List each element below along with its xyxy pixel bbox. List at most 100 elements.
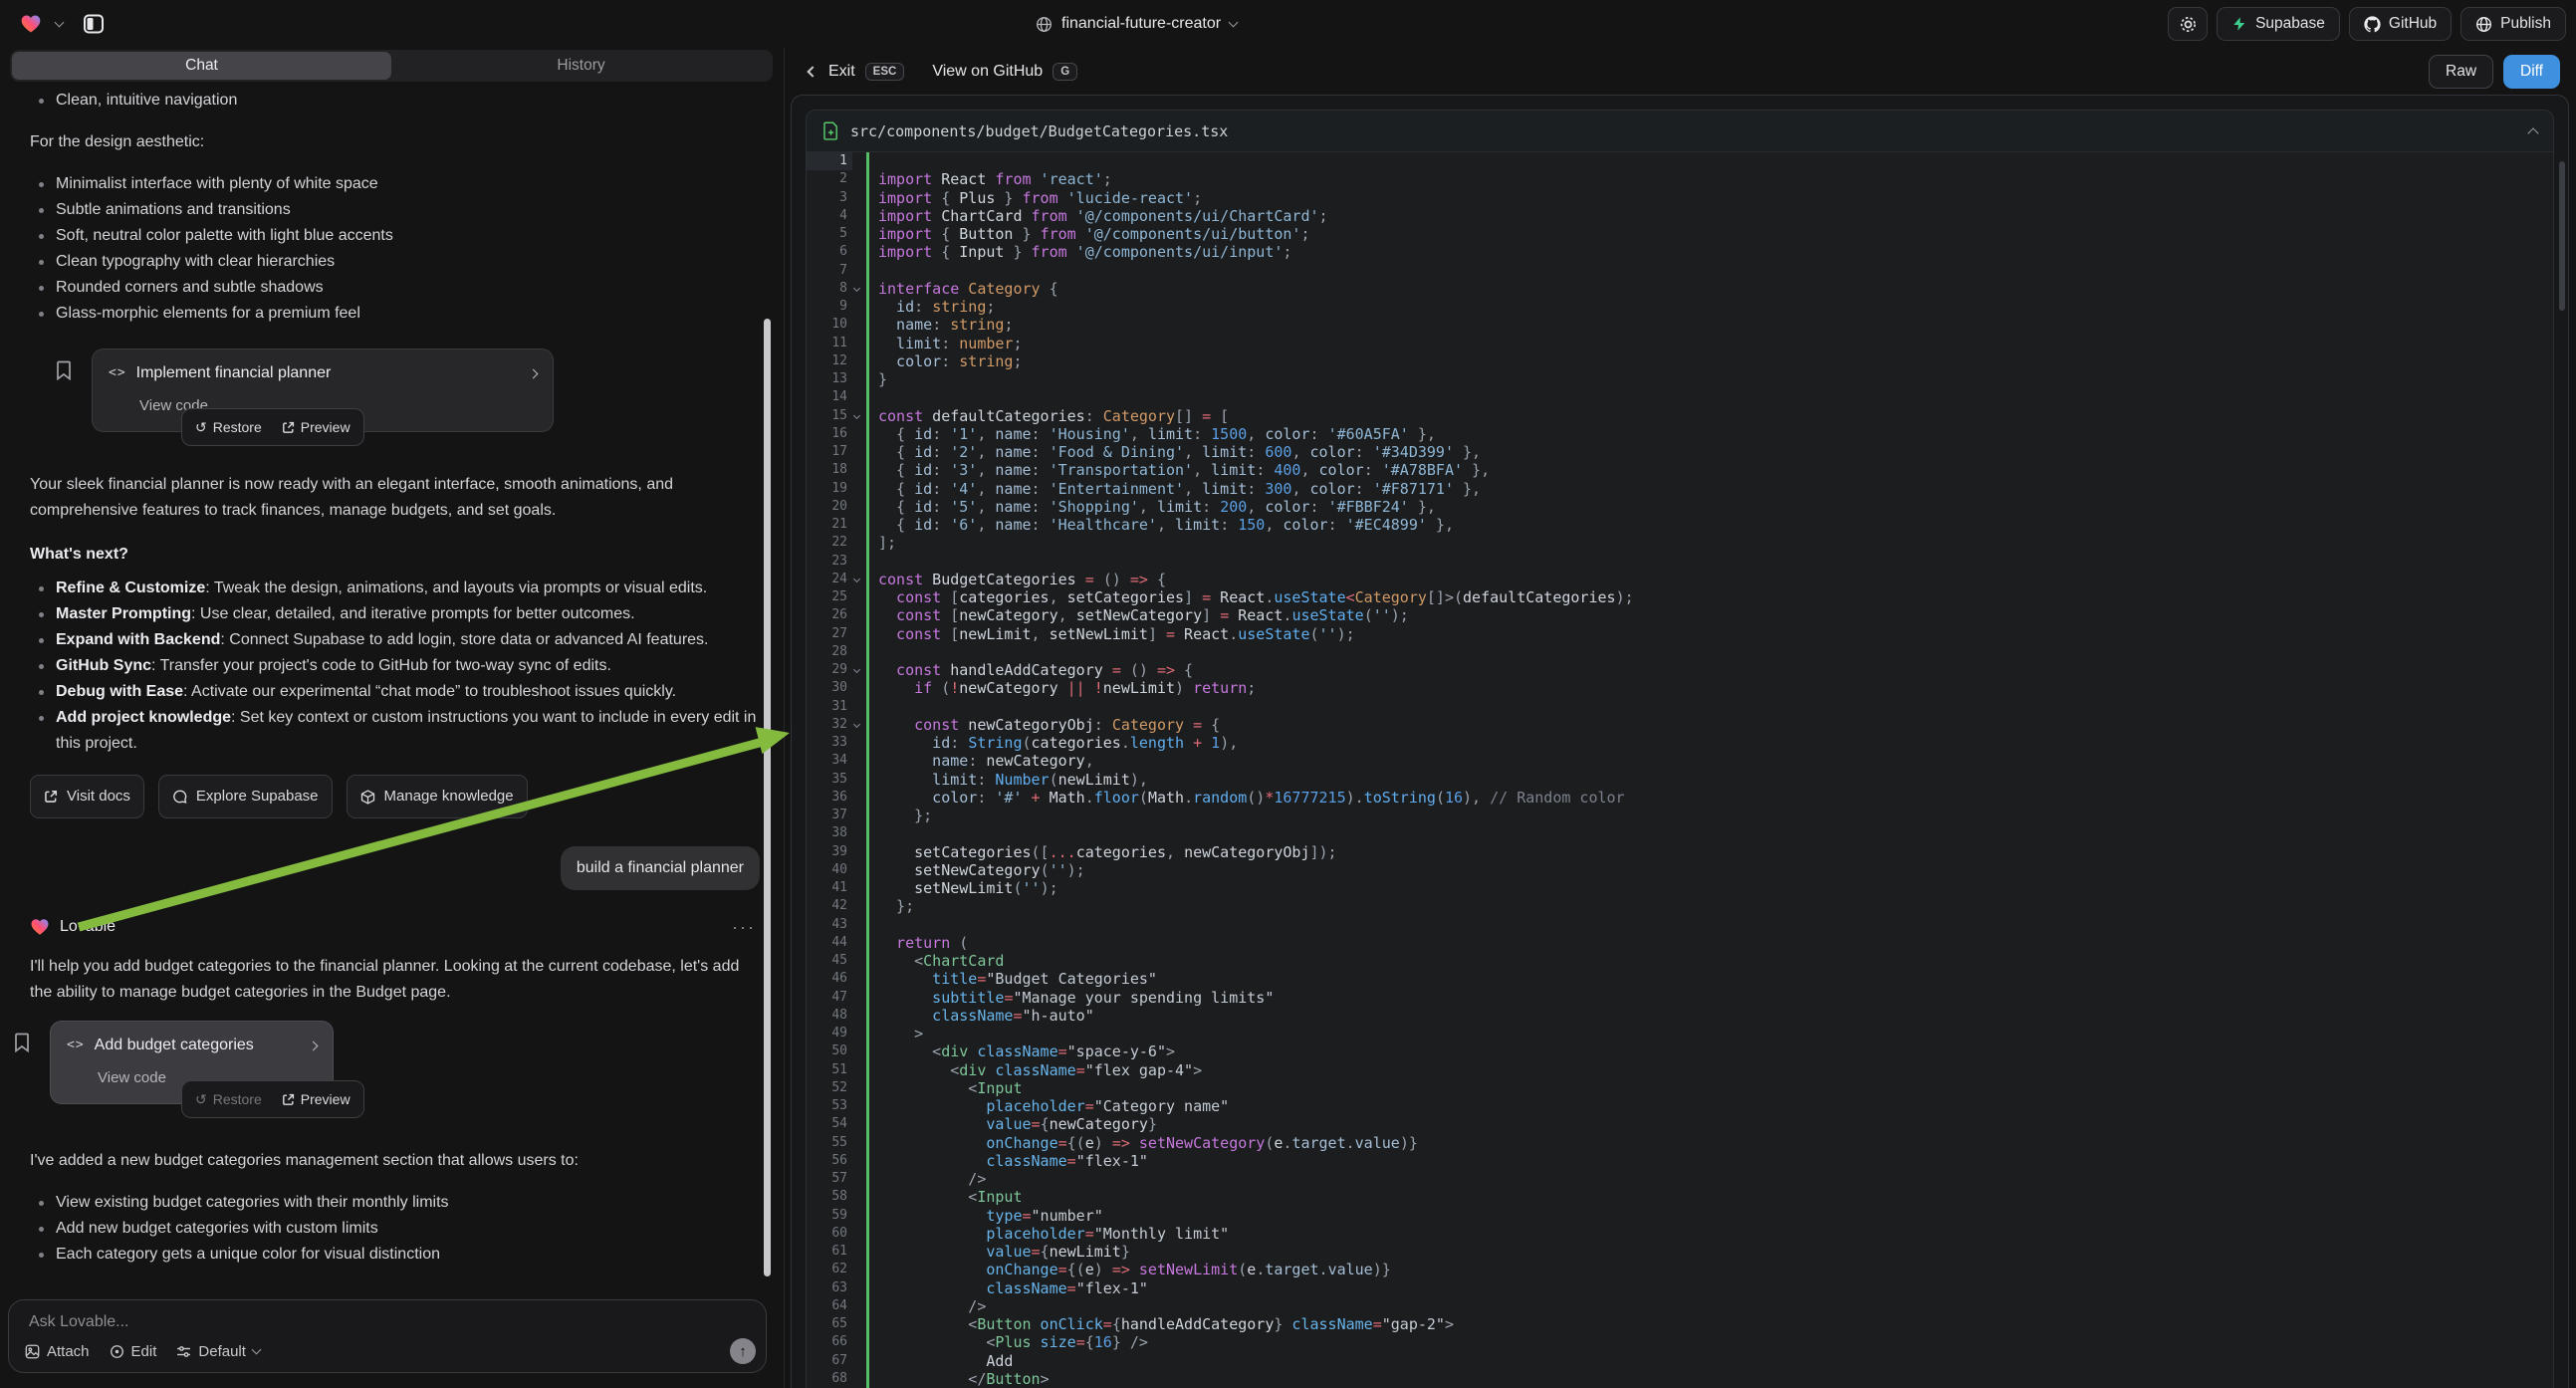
code-text (866, 152, 2553, 170)
collapse-chevron-up-icon[interactable] (2527, 127, 2538, 138)
gear-icon (2179, 15, 2198, 34)
send-button[interactable]: ↑ (730, 1338, 756, 1364)
code-text: interface Category { (866, 280, 2553, 298)
restore-button[interactable]: ↺Restore (195, 1086, 262, 1112)
logo-chevron-down-icon[interactable] (55, 18, 65, 28)
code-line: 8 interface Category { (807, 280, 2553, 298)
fold-chevron-icon[interactable] (853, 285, 860, 292)
whats-next-heading: What's next? (30, 542, 760, 568)
model-selector[interactable]: Default (176, 1343, 260, 1360)
restore-button[interactable]: ↺Restore (195, 414, 262, 440)
line-number: 6 (807, 243, 852, 261)
code-text: { id: '6', name: 'Healthcare', limit: 15… (866, 516, 2553, 534)
code-line: 44 return ( (807, 934, 2553, 952)
code-text: if (!newCategory || !newLimit) return; (866, 679, 2553, 697)
attach-button[interactable]: Attach (25, 1343, 90, 1360)
chevron-left-icon (807, 66, 818, 77)
fold-chevron-icon[interactable] (853, 666, 860, 673)
file-header[interactable]: src/components/budget/BudgetCategories.t… (807, 111, 2553, 152)
code-text: } (866, 370, 2553, 388)
code-line: 15const defaultCategories: Category[] = … (807, 407, 2553, 425)
line-number: 49 (807, 1025, 852, 1042)
message-menu-button[interactable]: ··· (732, 914, 756, 940)
line-number: 48 (807, 1007, 852, 1025)
code-text: value={newCategory} (866, 1115, 2553, 1133)
code-line: 26 const [newCategory, setNewCategory] =… (807, 606, 2553, 624)
line-number: 21 (807, 516, 852, 534)
tab-chat[interactable]: Chat (12, 52, 391, 80)
list-item: Minimalist interface with plenty of whit… (30, 171, 760, 197)
code-text: value={newLimit} (866, 1243, 2553, 1261)
list-item: Add project knowledge: Set key context o… (30, 705, 760, 757)
external-link-icon (282, 1093, 295, 1106)
list-item: Soft, neutral color palette with light b… (30, 223, 760, 249)
code-text: import React from 'react'; (866, 170, 2553, 188)
supabase-button[interactable]: Supabase (2217, 7, 2340, 41)
line-number: 38 (807, 824, 852, 842)
diff-toggle-button[interactable]: Diff (2503, 55, 2560, 89)
manage-knowledge-button[interactable]: Manage knowledge (347, 775, 528, 818)
code-line: 7 (807, 262, 2553, 280)
editor-scrollbar-thumb[interactable] (2559, 161, 2565, 311)
code-line: 60 placeholder="Monthly limit" (807, 1225, 2553, 1243)
code-line: 20 { id: '5', name: 'Shopping', limit: 2… (807, 498, 2553, 516)
code-line: 6import { Input } from '@/components/ui/… (807, 243, 2553, 261)
sidebar-toggle-icon[interactable] (83, 13, 105, 35)
fold-chevron-icon[interactable] (853, 576, 860, 582)
list-item: Clean, intuitive navigation (30, 88, 760, 114)
project-switcher[interactable]: financial-future-creator (1036, 0, 1237, 48)
supabase-bolt-icon (2231, 16, 2247, 32)
code-text: { id: '3', name: 'Transportation', limit… (866, 461, 2553, 479)
exit-button[interactable]: Exit (828, 63, 855, 81)
panel-divider (784, 48, 785, 1388)
line-number: 8 (807, 280, 852, 298)
code-line: 33 id: String(categories.length + 1), (807, 734, 2553, 752)
project-chevron-down-icon (1229, 18, 1239, 28)
preview-button[interactable]: Preview (282, 1086, 351, 1112)
code-line: 16 { id: '1', name: 'Housing', limit: 15… (807, 425, 2553, 443)
code-line: 34 name: newCategory, (807, 752, 2553, 770)
code-text: ]; (866, 534, 2553, 552)
line-number: 50 (807, 1042, 852, 1060)
code-line: 36 color: '#' + Math.floor(Math.random()… (807, 789, 2553, 807)
fold-chevron-icon[interactable] (853, 721, 860, 728)
ready-paragraph: Your sleek financial planner is now read… (30, 472, 760, 524)
code-text: return ( (866, 934, 2553, 952)
explore-supabase-button[interactable]: Explore Supabase (158, 775, 333, 818)
bookmark-icon[interactable] (14, 1033, 30, 1052)
line-number: 35 (807, 771, 852, 789)
code-text: const handleAddCategory = () => { (866, 661, 2553, 679)
preview-button[interactable]: Preview (282, 414, 351, 440)
line-number: 18 (807, 461, 852, 479)
design-heading: For the design aesthetic: (30, 129, 760, 155)
lovable-logo-heart-icon[interactable] (20, 13, 42, 35)
settings-button[interactable] (2168, 7, 2208, 41)
fold-chevron-icon[interactable] (853, 411, 860, 418)
code-line: 3import { Plus } from 'lucide-react'; (807, 189, 2553, 207)
line-number: 3 (807, 189, 852, 207)
view-on-github-link[interactable]: View on GitHub (932, 63, 1043, 81)
design-bullet-list: Minimalist interface with plenty of whit… (30, 171, 760, 327)
composer[interactable]: Ask Lovable... Attach Edit Default ↑ (8, 1299, 767, 1373)
code-text: }; (866, 897, 2553, 915)
code-line: 12 color: string; (807, 352, 2553, 370)
code-line: 23 (807, 553, 2553, 571)
code-text (866, 643, 2553, 661)
publish-button[interactable]: Publish (2460, 7, 2566, 41)
raw-toggle-button[interactable]: Raw (2429, 55, 2493, 89)
line-number: 34 (807, 752, 852, 770)
version-card-implement-planner: <> Implement financial planner View code… (92, 348, 554, 432)
edit-button[interactable]: Edit (110, 1343, 157, 1360)
chat-scrollbar-thumb[interactable] (764, 319, 771, 1276)
tab-history[interactable]: History (391, 52, 771, 80)
code-line: 35 limit: Number(newLimit), (807, 771, 2553, 789)
code-text: placeholder="Monthly limit" (866, 1225, 2553, 1243)
composer-placeholder[interactable]: Ask Lovable... (29, 1313, 129, 1331)
user-message: build a financial planner (561, 846, 760, 890)
line-number: 1 (807, 152, 852, 170)
visit-docs-button[interactable]: Visit docs (30, 775, 144, 818)
github-button[interactable]: GitHub (2349, 7, 2452, 41)
top-bar: financial-future-creator Supabase GitHub (0, 0, 2576, 48)
bookmark-icon[interactable] (56, 360, 72, 380)
code-text: { id: '4', name: 'Entertainment', limit:… (866, 480, 2553, 498)
